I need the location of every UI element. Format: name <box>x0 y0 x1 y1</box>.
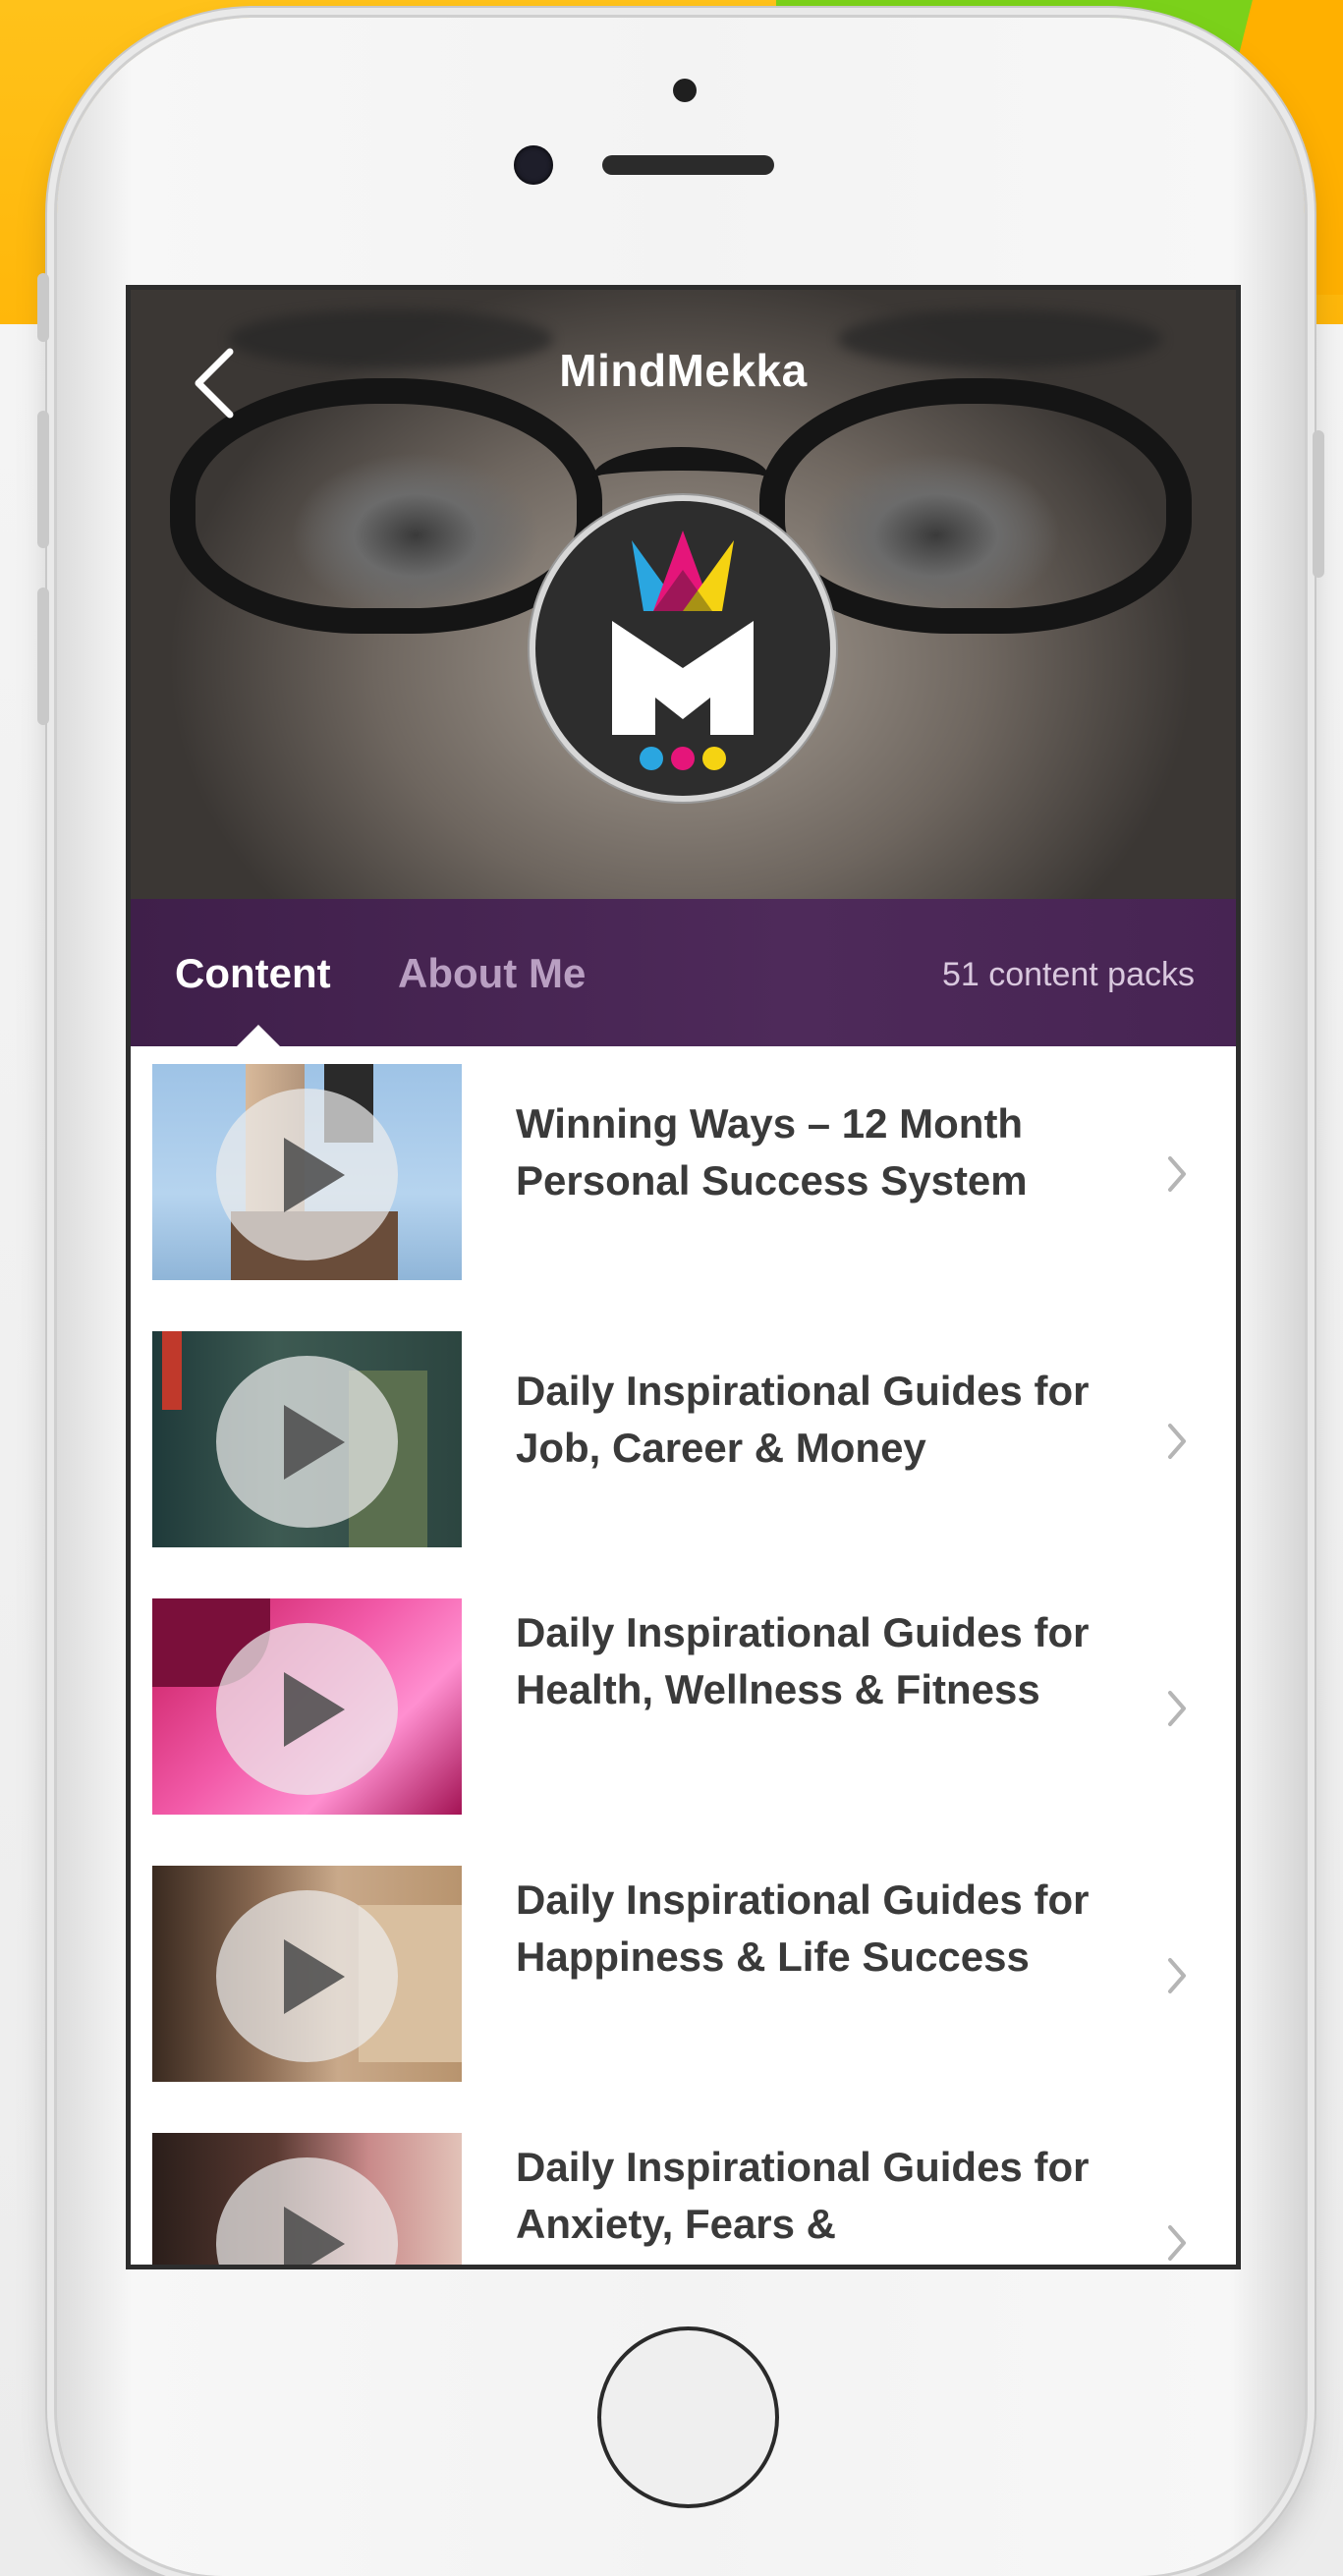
tab-content[interactable]: Content <box>175 950 331 997</box>
chevron-right-icon <box>1168 2225 1186 2261</box>
power-button <box>1313 430 1324 578</box>
content-pack-count: 51 content packs <box>941 956 1195 993</box>
play-icon <box>283 1404 345 1480</box>
chevron-right-icon <box>1168 1958 1186 1993</box>
row-chevron <box>1157 1412 1197 1471</box>
play-button[interactable] <box>216 1623 398 1795</box>
chevron-right-icon <box>1168 1424 1186 1459</box>
play-icon <box>283 1137 345 1212</box>
list-item-title: Daily Inspirational Guides for Happiness… <box>516 1876 1090 1980</box>
list-item-title: Winning Ways – 12 Month Personal Success… <box>516 1100 1028 1204</box>
list-item[interactable]: Daily Inspirational Guides for Happiness… <box>131 1848 1236 2115</box>
list-item-title: Daily Inspirational Guides for Anxiety, … <box>516 2144 1090 2247</box>
list-item-title: Daily Inspirational Guides for Health, W… <box>516 1609 1090 1712</box>
volume-down-button <box>37 588 49 725</box>
video-thumbnail <box>152 2133 462 2265</box>
video-thumbnail <box>152 1064 462 1280</box>
row-chevron <box>1157 2213 1197 2265</box>
row-chevron <box>1157 1145 1197 1204</box>
profile-logo[interactable] <box>535 501 830 796</box>
row-chevron <box>1157 1946 1197 2005</box>
mindmekka-logo-icon <box>612 531 754 770</box>
row-chevron <box>1157 1679 1197 1738</box>
active-tab-indicator <box>237 1025 280 1046</box>
chevron-right-icon <box>1168 1156 1186 1192</box>
phone-frame: MindMekka Content About Me 51 content pa… <box>37 18 1324 2576</box>
video-thumbnail <box>152 1331 462 1547</box>
thumbnail-figure <box>162 1331 182 1410</box>
play-icon <box>283 1938 345 2014</box>
tab-about-me[interactable]: About Me <box>398 950 586 997</box>
front-camera <box>514 145 553 185</box>
list-item[interactable]: Daily Inspirational Guides for Health, W… <box>131 1581 1236 1848</box>
play-button[interactable] <box>216 1890 398 2062</box>
profile-header-image: MindMekka <box>131 290 1236 899</box>
play-button[interactable] <box>216 1356 398 1528</box>
chevron-right-icon <box>1168 1691 1186 1726</box>
list-item[interactable]: Winning Ways – 12 Month Personal Success… <box>131 1046 1236 1314</box>
play-button[interactable] <box>216 2157 398 2265</box>
tab-bar: Content About Me 51 content packs <box>131 899 1236 1046</box>
home-button[interactable] <box>597 2326 779 2508</box>
list-item-title: Daily Inspirational Guides for Job, Care… <box>516 1368 1090 1471</box>
page-title: MindMekka <box>559 345 808 396</box>
play-button[interactable] <box>216 1089 398 1260</box>
phone-screen: MindMekka Content About Me 51 content pa… <box>126 285 1241 2269</box>
list-item[interactable]: Daily Inspirational Guides for Anxiety, … <box>131 2115 1236 2265</box>
mute-switch <box>37 273 49 342</box>
play-icon <box>283 2206 345 2265</box>
volume-up-button <box>37 411 49 548</box>
video-thumbnail <box>152 1866 462 2082</box>
play-icon <box>283 1671 345 1747</box>
list-item[interactable]: Daily Inspirational Guides for Job, Care… <box>131 1314 1236 1581</box>
video-thumbnail <box>152 1598 462 1815</box>
proximity-sensor <box>673 79 697 102</box>
earpiece-speaker <box>602 155 774 175</box>
